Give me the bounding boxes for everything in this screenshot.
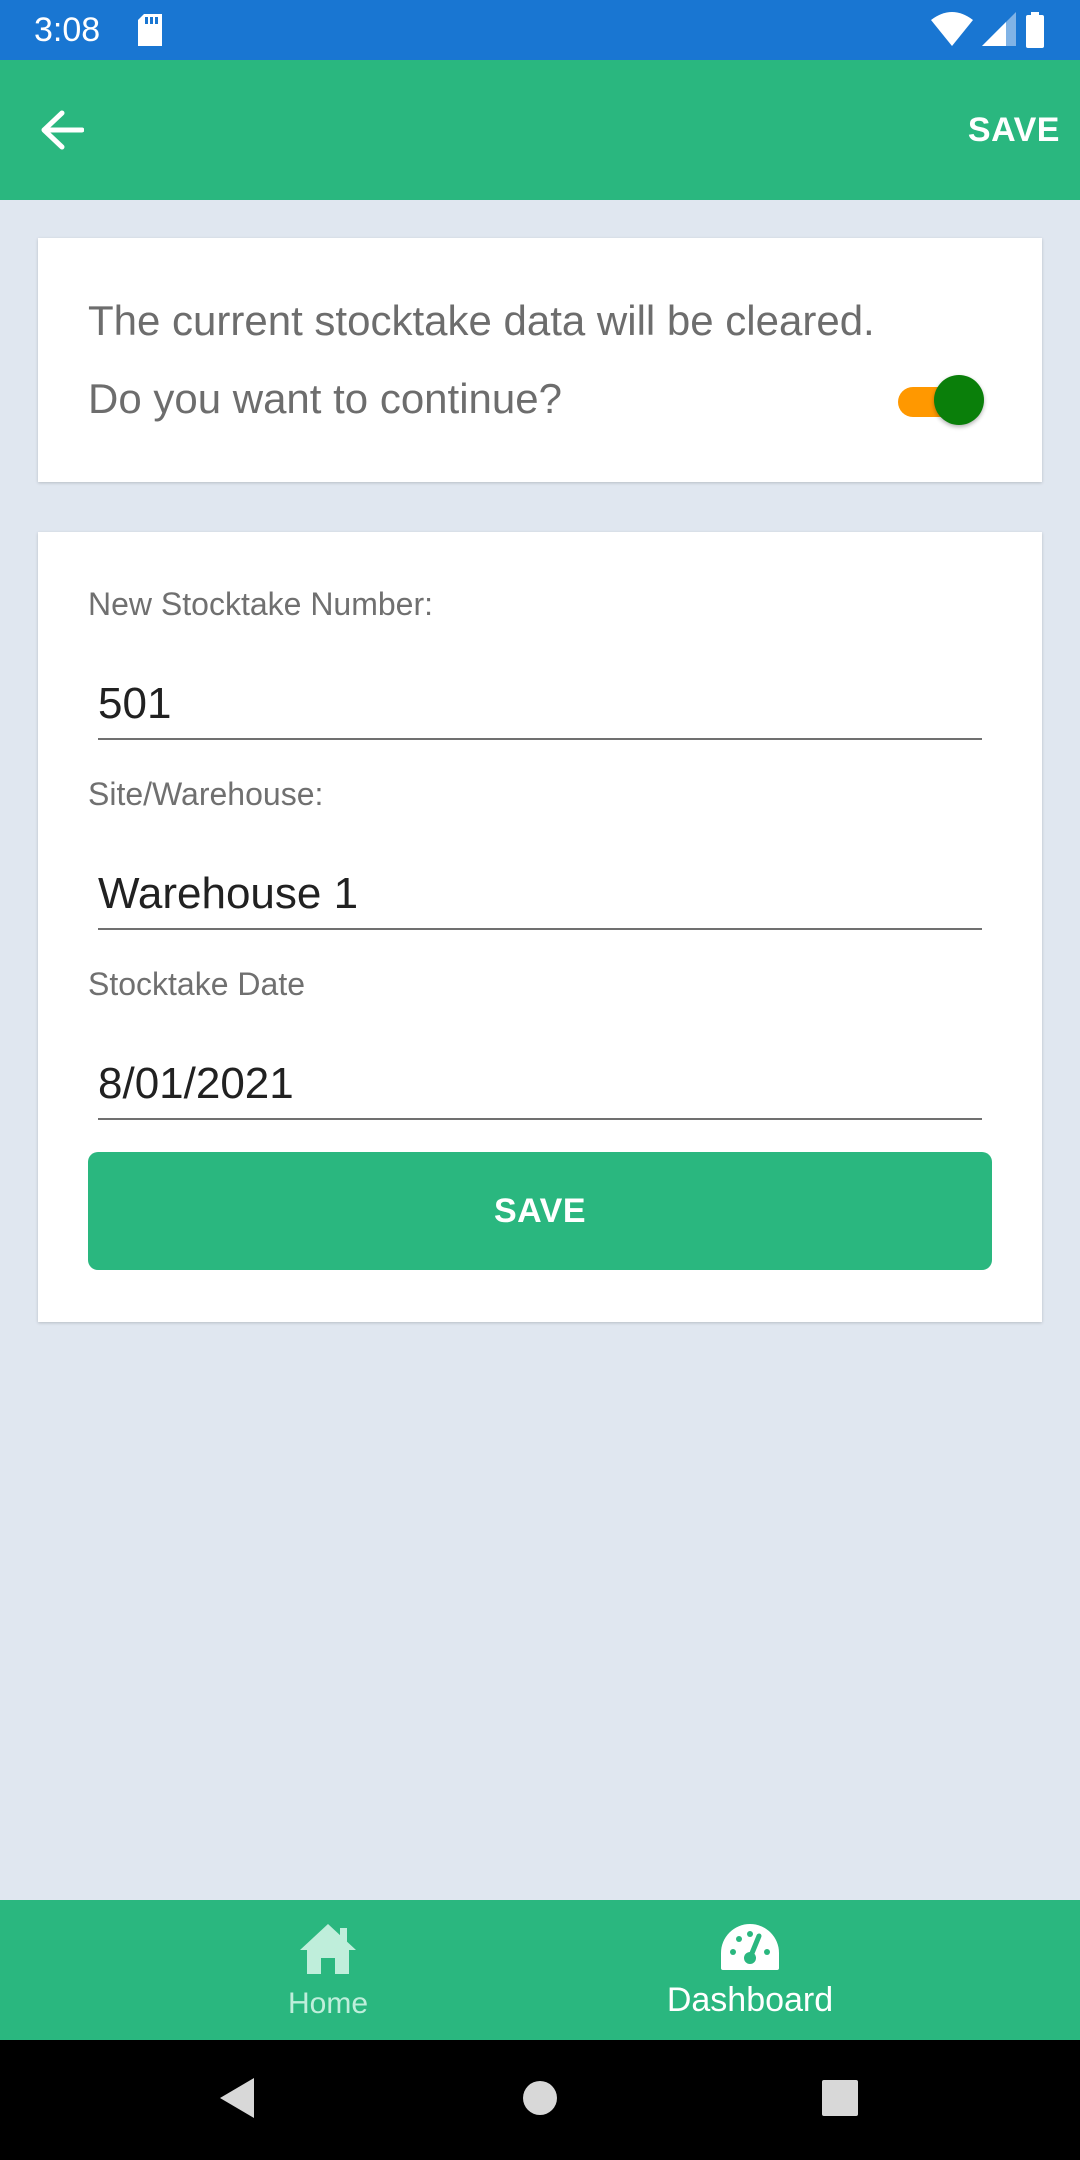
toggle-thumb [934, 375, 984, 425]
nav-label-dashboard: Dashboard [666, 1981, 834, 2019]
site-warehouse-input[interactable] [98, 860, 982, 930]
home-icon [298, 1922, 358, 1981]
confirm-card: The current stocktake data will be clear… [38, 238, 1042, 482]
status-bar: 3:08 [0, 0, 1080, 60]
save-action-button[interactable]: SAVE [968, 106, 1060, 154]
stocktake-form-card: New Stocktake Number: Site/Warehouse: St… [38, 532, 1042, 1322]
dashboard-icon [719, 1922, 781, 1977]
home-circle-icon[interactable] [522, 2076, 558, 2125]
system-nav-bar [0, 2040, 1080, 2160]
back-button[interactable] [30, 98, 94, 162]
back-triangle-icon[interactable] [218, 2076, 256, 2125]
arrow-left-icon [41, 110, 84, 150]
cell-signal-icon [981, 12, 1016, 46]
nav-item-dashboard[interactable]: Dashboard [480, 1900, 1020, 2040]
warning-text: The current stocktake data will be clear… [88, 297, 875, 344]
stocktake-date-input[interactable] [98, 1050, 982, 1120]
battery-icon [1026, 12, 1044, 48]
save-button[interactable]: SAVE [88, 1152, 992, 1270]
status-time: 3:08 [34, 11, 101, 49]
sd-card-icon [136, 14, 164, 51]
recents-square-icon[interactable] [820, 2076, 860, 2125]
status-icons [927, 12, 1046, 48]
site-warehouse-label: Site/Warehouse: [88, 776, 324, 812]
stocktake-number-input[interactable] [98, 670, 982, 740]
continue-toggle[interactable] [898, 372, 984, 428]
continue-question: Do you want to continue? [88, 375, 562, 422]
wifi-icon [931, 12, 974, 46]
app-bar: SAVE [0, 60, 1080, 200]
stocktake-date-label: Stocktake Date [88, 966, 305, 1002]
stocktake-number-label: New Stocktake Number: [88, 586, 434, 622]
bottom-nav: Home Dashboard [0, 1900, 1080, 2040]
